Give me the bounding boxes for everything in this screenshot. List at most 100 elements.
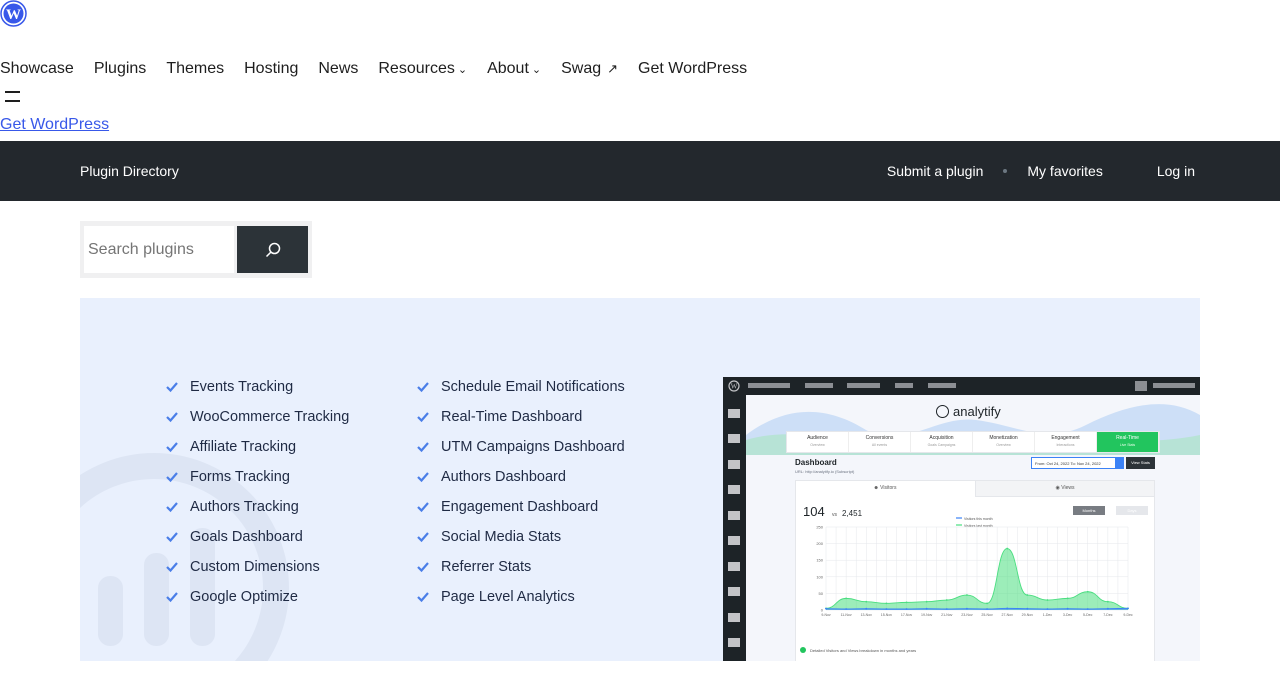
external-link-icon: ↗ [607, 61, 619, 76]
check-icon [417, 442, 429, 453]
feature-label: Social Media Stats [441, 529, 562, 545]
x-tick-label: 13-Nov [861, 613, 873, 617]
chevron-down-icon: ⌄ [457, 64, 468, 76]
feature-item: Affiliate Tracking [166, 432, 349, 462]
nav-label: Resources [378, 60, 455, 77]
data-point [1066, 607, 1069, 610]
data-point [885, 608, 888, 610]
feature-label: Real-Time Dashboard [441, 409, 583, 425]
nav-hosting[interactable]: Hosting [244, 59, 298, 79]
nav-news[interactable]: News [318, 59, 358, 79]
feature-item: UTM Campaigns Dashboard [417, 432, 625, 462]
x-tick-label: 11-Nov [841, 613, 852, 617]
nav-label: About [487, 60, 529, 77]
view-stats-button[interactable]: View Stats [1126, 457, 1155, 469]
search-input[interactable] [84, 226, 234, 273]
x-tick-label: 3-Dec [1063, 613, 1073, 617]
data-point [1106, 600, 1109, 603]
submit-plugin-link[interactable]: Submit a plugin [887, 163, 984, 179]
y-tick-label: 150 [816, 558, 823, 563]
check-icon [417, 382, 429, 393]
search-button[interactable] [237, 226, 308, 273]
date-dropdown-button[interactable] [1116, 457, 1124, 469]
check-icon [166, 382, 178, 393]
feature-item: Referrer Stats [417, 552, 625, 582]
x-tick-label: 25-Nov [981, 613, 993, 617]
tab-conversions[interactable]: Conversions All events [849, 432, 911, 452]
data-point [1066, 597, 1069, 600]
tab-monetization[interactable]: Monetization Overview [973, 432, 1035, 452]
nav-label: Get WordPress [638, 60, 748, 77]
date-range-field[interactable]: From: Oct 24, 2022 To: Nov 24, 2022 [1031, 457, 1116, 469]
data-point [986, 608, 988, 610]
nav-resources[interactable]: Resources ⌄ [378, 59, 467, 79]
nav-label: Hosting [244, 60, 299, 77]
feature-item: Authors Dashboard [417, 462, 625, 492]
hamburger-menu-icon[interactable] [5, 91, 20, 102]
directory-actions: Submit a plugin My favorites Log in [887, 163, 1195, 179]
tab-audience[interactable]: Audience Overview [787, 432, 849, 452]
login-link[interactable]: Log in [1157, 163, 1195, 179]
nav-plugins[interactable]: Plugins [94, 59, 146, 79]
tab-label: Acquisition [929, 435, 954, 441]
data-point [1026, 607, 1029, 610]
data-point [945, 608, 948, 610]
x-tick-label: 27-Nov [1002, 613, 1014, 617]
plugin-directory-title[interactable]: Plugin Directory [80, 163, 179, 179]
data-point [925, 600, 928, 603]
data-point [1106, 607, 1109, 610]
tab-acquisition[interactable]: Acquisition Goals Campaigns [911, 432, 973, 452]
get-wordpress-link[interactable]: Get WordPress [0, 115, 109, 135]
y-tick-label: 0 [821, 608, 824, 613]
feature-item: WooCommerce Tracking [166, 402, 349, 432]
feature-label: WooCommerce Tracking [190, 409, 350, 425]
nav-label: Showcase [0, 60, 74, 77]
chart-footnote: Detailed Visitors and Views breakdown in… [800, 647, 916, 653]
data-point [966, 594, 968, 596]
nav-about[interactable]: About ⌄ [487, 59, 541, 79]
data-point [905, 608, 908, 610]
check-icon [417, 412, 429, 423]
tab-views-label: Views [1061, 485, 1075, 491]
data-point [1127, 607, 1129, 610]
data-point [825, 607, 827, 610]
plugin-directory-bar: Plugin Directory Submit a plugin My favo… [0, 141, 1280, 201]
wordpress-logo-icon[interactable]: W [0, 0, 27, 27]
feature-item: Social Media Stats [417, 522, 625, 552]
feature-label: UTM Campaigns Dashboard [441, 439, 625, 455]
nav-swag[interactable]: Swag ↗ [561, 59, 618, 79]
nav-get-wordpress[interactable]: Get WordPress [638, 59, 747, 79]
months-button[interactable]: Months [1073, 506, 1105, 515]
feature-list-left: Events Tracking WooCommerce Tracking Aff… [166, 372, 349, 612]
plugin-search [80, 221, 312, 278]
data-point [865, 607, 868, 610]
data-point [905, 601, 908, 604]
nav-showcase[interactable]: Showcase [0, 59, 74, 79]
check-icon [417, 562, 429, 573]
visitors-card: ☻ Visitors ◉ Views 104 vs 2,451 Months D… [795, 480, 1155, 661]
x-tick-label: 17-Nov [901, 613, 913, 617]
days-button[interactable]: Days [1116, 506, 1148, 515]
feature-label: Engagement Dashboard [441, 499, 599, 515]
tab-real-time[interactable]: Real-Time Live Stats [1097, 432, 1159, 452]
svg-text:W: W [731, 383, 738, 391]
x-tick-label: 1-Dec [1043, 613, 1053, 617]
tab-views[interactable]: ◉ Views [975, 481, 1154, 497]
nav-themes[interactable]: Themes [166, 59, 224, 79]
tab-visitors[interactable]: ☻ Visitors [796, 481, 974, 497]
check-icon [166, 472, 178, 483]
tab-label: Conversions [865, 435, 894, 441]
tab-engagement[interactable]: Engagement Interactions [1035, 432, 1097, 452]
data-point [966, 607, 968, 610]
data-point [1046, 608, 1049, 610]
data-point [845, 608, 848, 610]
nav-label: News [318, 60, 359, 77]
x-tick-label: 9-Nov [821, 613, 831, 617]
my-favorites-link[interactable]: My favorites [1027, 163, 1102, 179]
footnote-text: Detailed Visitors and Views breakdown in… [810, 647, 917, 653]
x-tick-label: 21-Nov [941, 613, 953, 617]
check-icon [166, 442, 178, 453]
data-point [1046, 599, 1049, 601]
feature-list-right: Schedule Email Notifications Real-Time D… [417, 372, 625, 612]
data-point [865, 600, 868, 603]
